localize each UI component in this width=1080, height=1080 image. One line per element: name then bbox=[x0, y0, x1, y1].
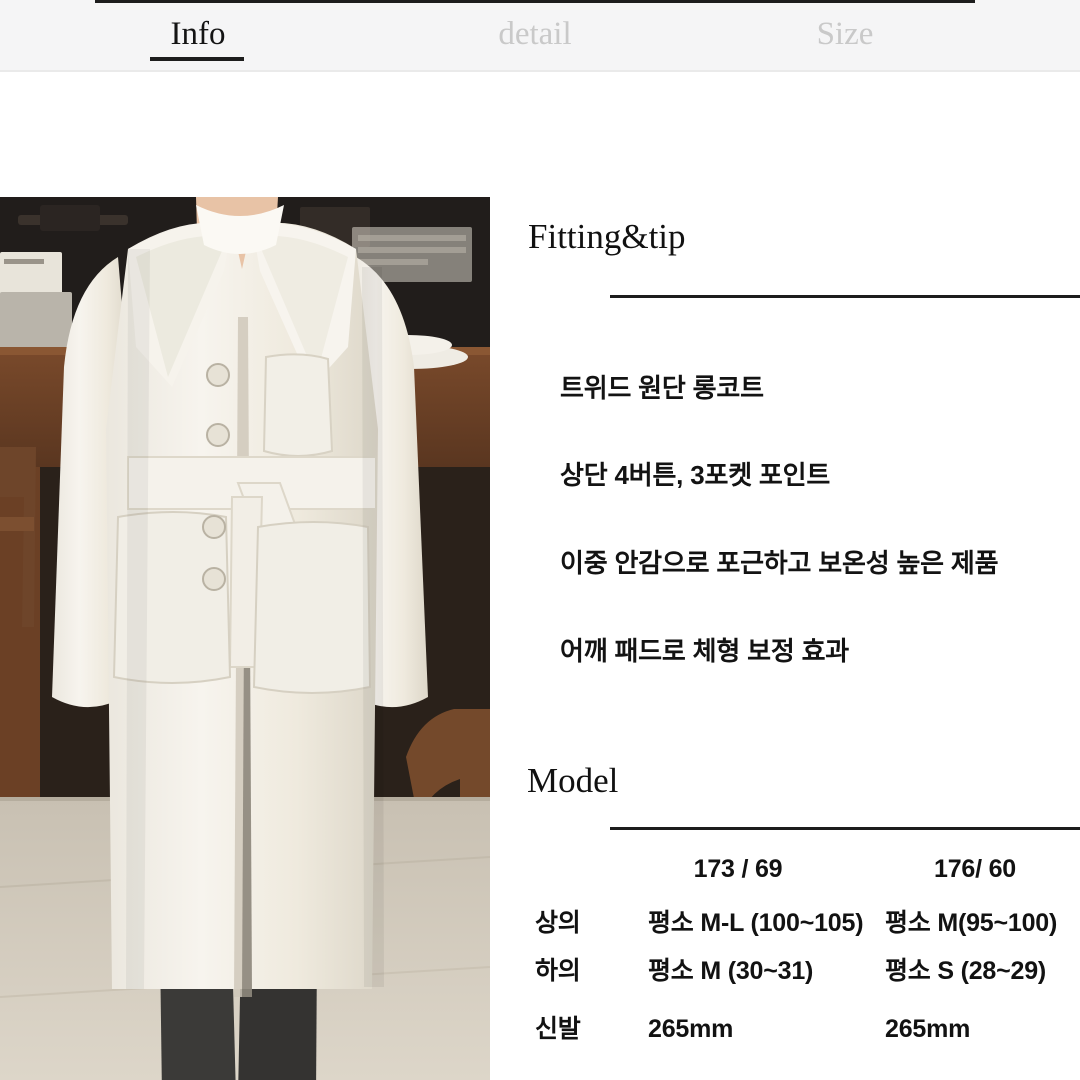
model-row-top-value-2: 평소 M(95~100) bbox=[885, 909, 1058, 937]
model-row-label-bottom: 하의 bbox=[535, 957, 581, 985]
model-row-label-top: 상의 bbox=[535, 909, 581, 937]
model-row-label-shoes: 신발 bbox=[535, 1015, 581, 1043]
model-row-shoes-value-1: 265mm bbox=[648, 1015, 734, 1043]
model-row-bottom-value-2: 평소 S (28~29) bbox=[885, 957, 1047, 985]
model-row-top-value-1: 평소 M-L (100~105) bbox=[648, 909, 864, 937]
model-row-shoes-value-2: 265mm bbox=[885, 1015, 971, 1043]
model-column-header-2: 176/ 60 bbox=[933, 855, 1016, 883]
model-column-header-1: 173 / 69 bbox=[693, 855, 783, 883]
product-detail-page: Info detail Size Fitting&tip 트위드 원단 롱코트 … bbox=[0, 0, 1080, 1080]
model-spec-table: 173 / 69 176/ 60 상의 평소 M-L (100~105) 평소 … bbox=[0, 0, 1080, 1080]
product-info-panel: Fitting&tip 트위드 원단 롱코트 상단 4버튼, 3포켓 포인트 이… bbox=[0, 0, 1080, 1080]
model-row-bottom-value-1: 평소 M (30~31) bbox=[648, 957, 814, 985]
